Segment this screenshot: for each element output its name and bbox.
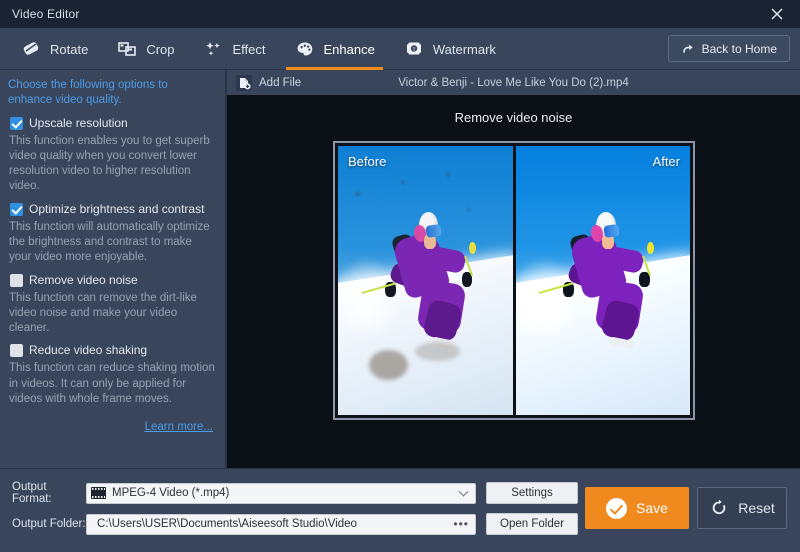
tab-label: Watermark bbox=[433, 42, 496, 57]
before-after-preview: Before bbox=[333, 141, 695, 420]
settings-button[interactable]: Settings bbox=[486, 482, 578, 504]
watermark-icon: T bbox=[403, 39, 425, 59]
tab-enhance[interactable]: Enhance bbox=[280, 28, 389, 70]
file-bar: Add File Victor & Benji - Love Me Like Y… bbox=[227, 70, 800, 95]
skier-scene-after bbox=[516, 146, 691, 415]
checkbox-reduce-video-shaking[interactable] bbox=[10, 344, 23, 357]
back-to-home-label: Back to Home bbox=[702, 42, 777, 56]
preview-stage: Remove video noise bbox=[227, 95, 800, 468]
option-reduce-video-shaking[interactable]: Reduce video shaking bbox=[10, 343, 215, 358]
tab-watermark[interactable]: T Watermark bbox=[389, 28, 510, 70]
preview-after: After bbox=[516, 146, 691, 415]
preview-title: Remove video noise bbox=[227, 110, 800, 125]
output-format-select[interactable]: MPEG-4 Video (*.mp4) bbox=[86, 483, 476, 504]
add-file-button[interactable]: Add File bbox=[236, 75, 301, 91]
crop-icon bbox=[116, 39, 138, 59]
checkbox-remove-video-noise[interactable] bbox=[10, 274, 23, 287]
learn-more-row: Learn more... bbox=[8, 417, 215, 435]
bottom-bar: Output Format: MPEG-4 Video (*.mp4) Sett… bbox=[0, 468, 800, 552]
close-icon bbox=[771, 8, 783, 20]
save-label: Save bbox=[636, 500, 668, 516]
check-circle-icon bbox=[606, 498, 627, 519]
tab-effect[interactable]: Effect bbox=[189, 28, 280, 70]
editor-tab-bar: Rotate Crop bbox=[0, 28, 800, 70]
checkbox-optimize-brightness-contrast[interactable] bbox=[10, 203, 23, 216]
option-label: Remove video noise bbox=[29, 273, 138, 288]
option-description: This function can remove the dirt-like v… bbox=[9, 291, 215, 337]
option-description: This function will automatically optimiz… bbox=[9, 220, 215, 266]
tab-label: Crop bbox=[146, 42, 174, 57]
effect-icon bbox=[203, 39, 225, 59]
current-filename: Victor & Benji - Love Me Like You Do (2)… bbox=[227, 77, 800, 89]
tab-label: Rotate bbox=[50, 42, 88, 57]
film-strip-icon bbox=[91, 487, 106, 499]
output-folder-label: Output Folder: bbox=[12, 518, 86, 530]
option-label: Upscale resolution bbox=[29, 116, 128, 131]
reset-label: Reset bbox=[738, 500, 775, 516]
video-editor-window: Video Editor Rotate bbox=[0, 0, 800, 552]
option-description: This function can reduce shaking motion … bbox=[9, 361, 215, 407]
tab-rotate[interactable]: Rotate bbox=[6, 28, 102, 70]
tab-label: Effect bbox=[233, 42, 266, 57]
enhance-icon bbox=[294, 39, 316, 59]
option-label: Optimize brightness and contrast bbox=[29, 202, 204, 217]
option-description: This function enables you to get superb … bbox=[9, 134, 215, 195]
output-format-row: Output Format: MPEG-4 Video (*.mp4) Sett… bbox=[12, 481, 578, 505]
option-optimize-brightness-contrast[interactable]: Optimize brightness and contrast bbox=[10, 202, 215, 217]
open-folder-button[interactable]: Open Folder bbox=[486, 513, 578, 535]
chevron-down-icon bbox=[459, 487, 469, 497]
add-file-label: Add File bbox=[259, 77, 301, 89]
preview-before: Before bbox=[338, 146, 513, 415]
option-upscale-resolution[interactable]: Upscale resolution bbox=[10, 116, 215, 131]
add-file-icon bbox=[236, 75, 252, 91]
rotate-icon bbox=[20, 39, 42, 59]
learn-more-link[interactable]: Learn more... bbox=[145, 421, 213, 433]
output-format-value: MPEG-4 Video (*.mp4) bbox=[112, 487, 229, 499]
tab-label: Enhance bbox=[324, 42, 375, 57]
option-label: Reduce video shaking bbox=[29, 343, 147, 358]
output-folder-input[interactable]: C:\Users\USER\Documents\Aiseesoft Studio… bbox=[86, 514, 476, 535]
ellipsis-icon[interactable]: ••• bbox=[453, 518, 469, 530]
output-format-label: Output Format: bbox=[12, 481, 86, 505]
output-folder-row: Output Folder: C:\Users\USER\Documents\A… bbox=[12, 513, 578, 535]
save-button[interactable]: Save bbox=[585, 487, 689, 529]
title-bar: Video Editor bbox=[0, 0, 800, 28]
enhance-options-panel: Choose the following options to enhance … bbox=[0, 70, 225, 468]
tab-crop[interactable]: Crop bbox=[102, 28, 188, 70]
panel-hint: Choose the following options to enhance … bbox=[8, 78, 215, 109]
option-remove-video-noise[interactable]: Remove video noise bbox=[10, 273, 215, 288]
redo-arrow-icon bbox=[681, 42, 695, 55]
before-label: Before bbox=[348, 154, 386, 169]
refresh-icon bbox=[709, 498, 729, 518]
back-to-home-button[interactable]: Back to Home bbox=[668, 35, 790, 62]
window-title: Video Editor bbox=[12, 7, 80, 21]
output-folder-value: C:\Users\USER\Documents\Aiseesoft Studio… bbox=[97, 518, 357, 530]
checkbox-upscale-resolution[interactable] bbox=[10, 117, 23, 130]
reset-button[interactable]: Reset bbox=[697, 487, 787, 529]
skier-scene-before bbox=[338, 146, 513, 415]
svg-text:T: T bbox=[412, 48, 415, 53]
close-window-button[interactable] bbox=[754, 0, 800, 28]
after-label: After bbox=[653, 154, 680, 169]
